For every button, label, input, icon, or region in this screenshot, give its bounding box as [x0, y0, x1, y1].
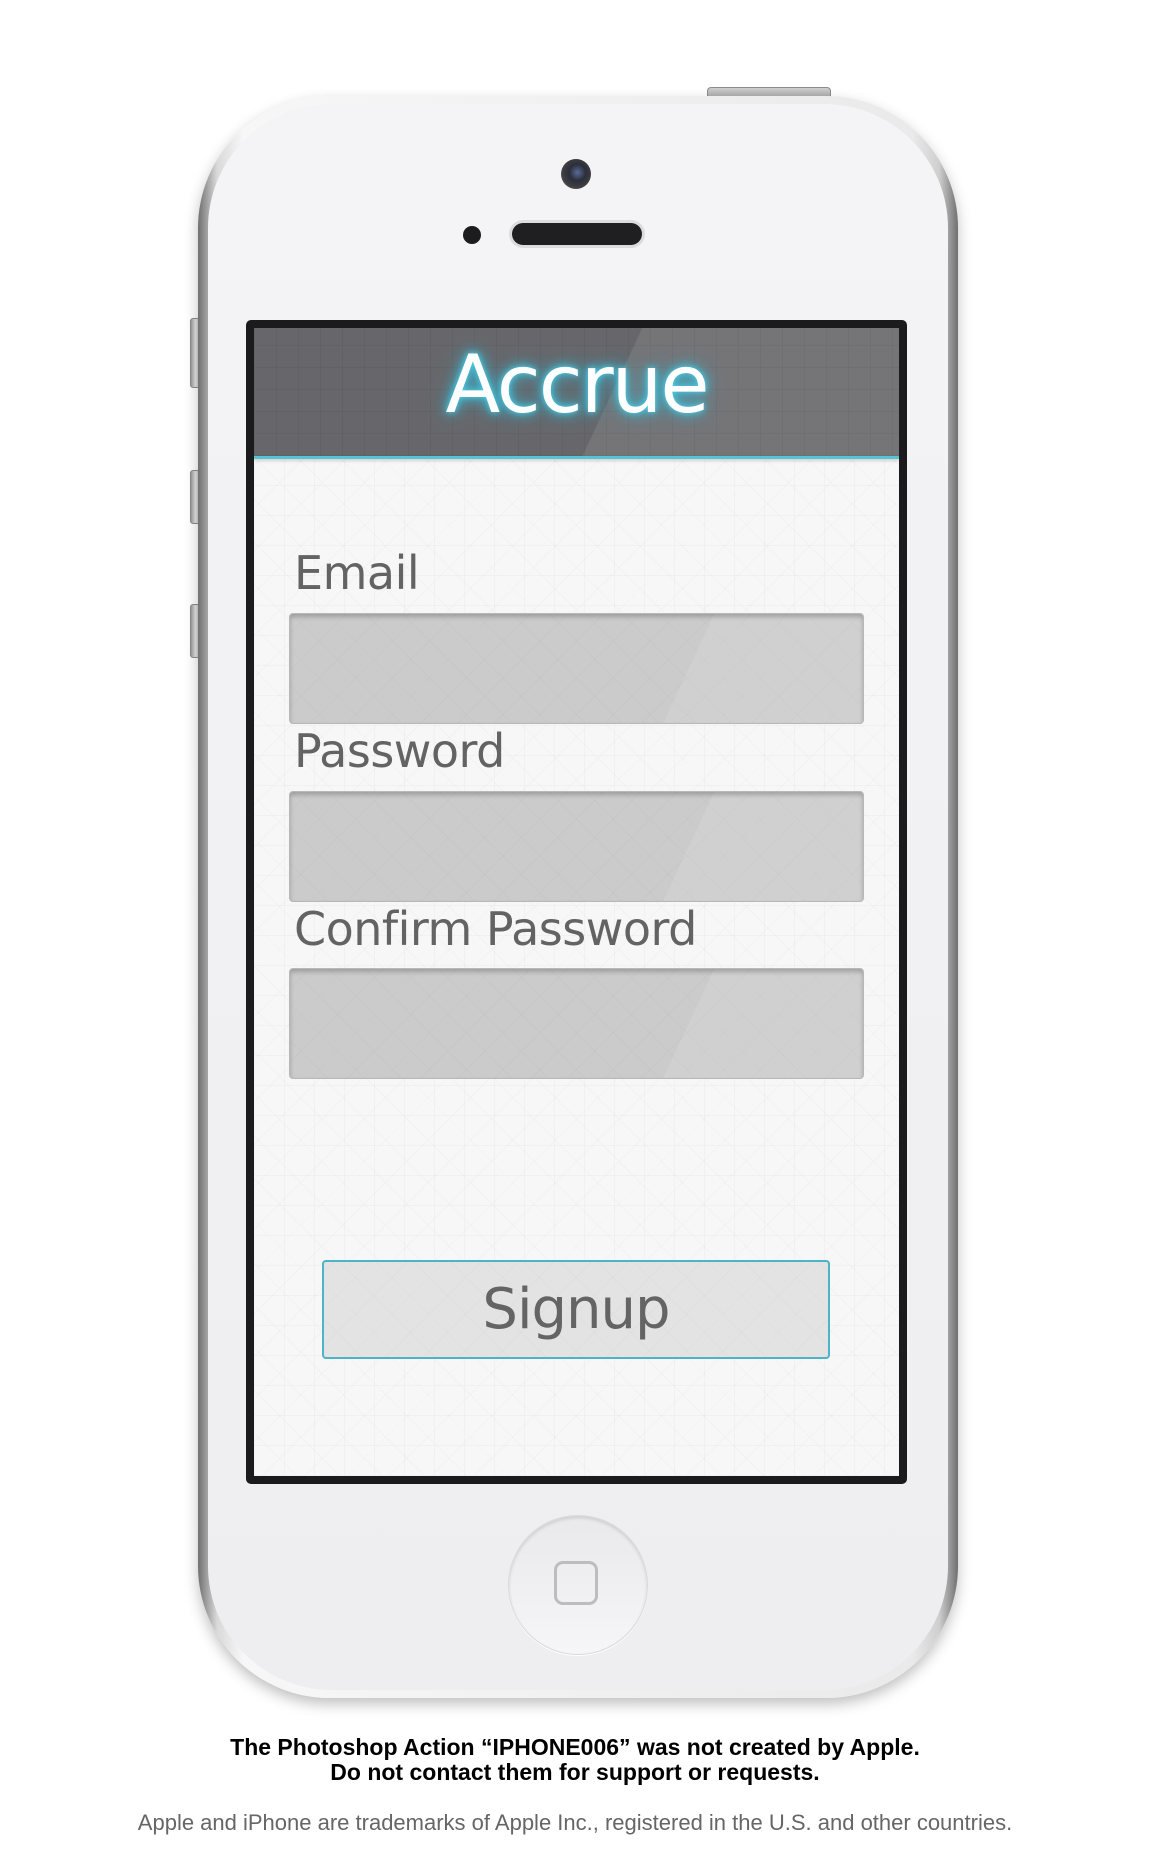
mockup-canvas: Accrue Email Password Confirm Password S… — [0, 0, 1150, 1860]
confirm-password-label: Confirm Password — [294, 902, 697, 956]
signup-button[interactable]: Signup — [322, 1260, 830, 1359]
earpiece-speaker-icon — [512, 223, 642, 245]
home-square-icon — [554, 1561, 598, 1605]
proximity-sensor-icon — [463, 226, 481, 244]
app-screen: Accrue Email Password Confirm Password S… — [254, 328, 899, 1476]
front-camera-icon — [561, 159, 591, 189]
password-label: Password — [294, 724, 505, 778]
app-header: Accrue — [254, 328, 899, 459]
disclaimer-line-1: The Photoshop Action “IPHONE006” was not… — [230, 1734, 920, 1760]
home-button[interactable] — [508, 1515, 648, 1655]
password-field[interactable] — [289, 791, 864, 902]
email-field[interactable] — [289, 613, 864, 724]
trademark-notice: Apple and iPhone are trademarks of Apple… — [137, 1810, 1013, 1835]
email-label: Email — [294, 546, 420, 600]
app-title: Accrue — [445, 338, 709, 431]
disclaimer-line-2: Do not contact them for support or reque… — [330, 1759, 820, 1785]
confirm-password-field[interactable] — [289, 968, 864, 1079]
